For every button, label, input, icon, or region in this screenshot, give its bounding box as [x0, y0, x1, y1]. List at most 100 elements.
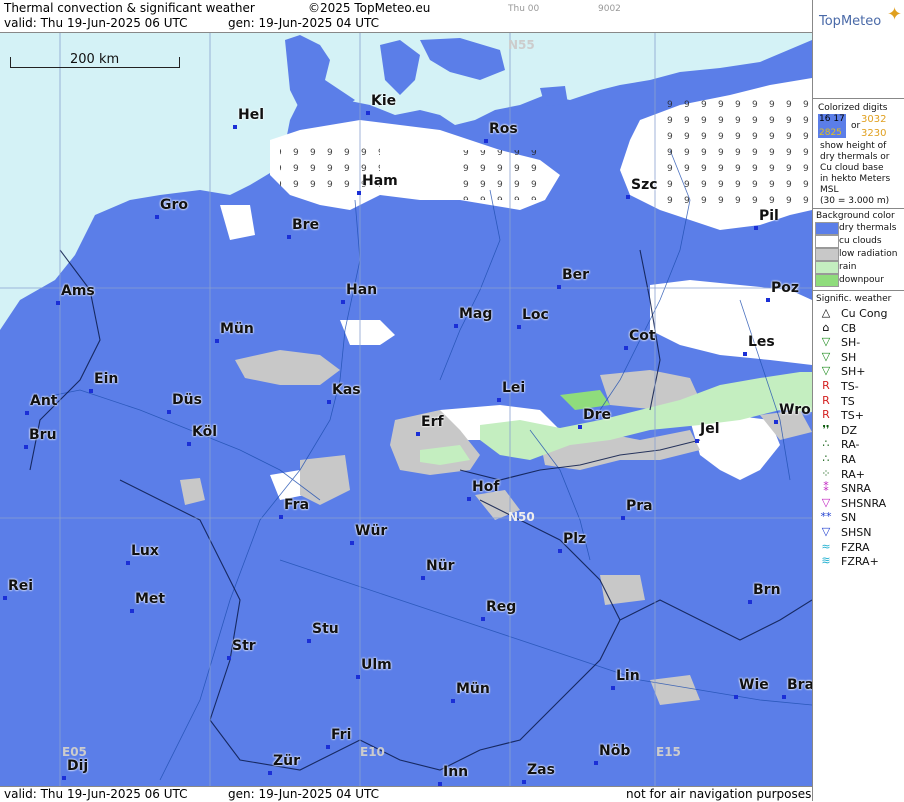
generated-time: gen: 19-Jun-2025 04 UTC: [228, 16, 380, 30]
city-label: Poz: [771, 280, 800, 296]
wx-legend-label: SN: [841, 511, 857, 525]
map-title: Thermal convection & significant weather: [4, 1, 255, 15]
rain-icon: ∴: [822, 452, 830, 465]
city-dot: [167, 410, 171, 414]
city-label: Gro: [160, 197, 189, 213]
city-label: Pil: [759, 208, 779, 224]
city-label: Loc: [522, 307, 549, 323]
city-label: Nöb: [599, 743, 631, 759]
legend-desc-2: dry thermals or: [820, 152, 890, 162]
city-label: Inn: [443, 764, 469, 780]
shower-heavy-icon: ▽: [821, 364, 831, 378]
city-dot: [89, 389, 93, 393]
city-label: Rei: [8, 578, 34, 594]
city-label: Zür: [273, 753, 301, 769]
digit-sample-1: 16 17: [819, 114, 845, 124]
city-label: Wie: [739, 677, 769, 693]
bg-swatch: [815, 222, 839, 235]
city-dot: [366, 111, 370, 115]
digit-sample-2: 3032: [861, 114, 887, 125]
city-label: Pra: [626, 498, 653, 514]
city-label: Lin: [616, 668, 640, 684]
city-dot: [357, 191, 361, 195]
legend-desc-6: (30 = 3.000 m): [820, 196, 890, 206]
city-label: Lux: [131, 543, 159, 559]
scale-bar: 200 km: [10, 52, 180, 69]
city-label: Bre: [292, 217, 320, 233]
topmeteo-logo: TopMeteo ✦: [819, 4, 903, 30]
city-label: Szc: [631, 177, 658, 193]
city-dot: [578, 425, 582, 429]
city-dot: [215, 339, 219, 343]
city-dot: [438, 782, 442, 786]
city-dot: [624, 346, 628, 350]
city-dot: [748, 600, 752, 604]
city-label: Wro: [779, 402, 811, 418]
wx-legend-label: SH: [841, 350, 857, 364]
shower-icon: ▽: [821, 349, 831, 363]
city-label: Ulm: [361, 657, 392, 673]
city-label: Brn: [753, 582, 781, 598]
thunderstorm-light-icon: R: [822, 379, 830, 392]
wx-legend-label: RA: [841, 453, 856, 466]
city-dot: [594, 761, 598, 765]
city-dot: [626, 195, 630, 199]
scale-label: 200 km: [70, 52, 120, 67]
bg-legend-label: cu clouds: [839, 236, 882, 246]
city-dot: [187, 442, 191, 446]
wx-legend-label: Cu Cong: [841, 307, 888, 320]
city-dot: [695, 439, 699, 443]
city-label: Cot: [629, 328, 656, 344]
snow-icon: **: [820, 510, 832, 524]
city-label: Reg: [486, 599, 517, 615]
city-label: Fra: [284, 497, 310, 513]
city-dot: [484, 139, 488, 143]
wx-legend-label: SH+: [841, 365, 866, 379]
city-label: Düs: [172, 392, 202, 408]
map-footer: valid: Thu 19-Jun-2025 06 UTC gen: 19-Ju…: [0, 786, 812, 802]
wx-legend-label: SHSN: [841, 526, 872, 539]
city-dot: [3, 596, 7, 600]
bg-legend-label: dry thermals: [839, 223, 897, 233]
city-dot: [517, 325, 521, 329]
city-dot: [326, 745, 330, 749]
bg-legend-label: rain: [839, 262, 857, 272]
city-dot: [774, 420, 778, 424]
city-label: Mün: [220, 321, 254, 337]
bg-swatch: [815, 235, 839, 248]
city-label: Ams: [61, 283, 95, 299]
city-label: Jel: [700, 421, 720, 437]
header-small-label-1: Thu 00: [508, 4, 540, 14]
freezing-rain-heavy-icon: ≋: [821, 554, 831, 568]
grid-label-n55: N55: [508, 38, 535, 52]
wx-legend-label: SH-: [841, 336, 861, 350]
wx-legend-label: TS-: [841, 380, 859, 393]
city-dot: [130, 609, 134, 613]
signific-weather-title: Signific. weather: [816, 294, 892, 304]
city-label: Han: [346, 282, 378, 298]
city-dot: [754, 226, 758, 230]
city-dot: [782, 695, 786, 699]
city-label: Ein: [94, 371, 119, 387]
legend-desc-4: in hekto Meters: [820, 174, 891, 184]
city-dot: [233, 125, 237, 129]
city-label: Nür: [426, 558, 455, 574]
city-dot: [497, 398, 501, 402]
city-dot: [522, 780, 526, 784]
legend-panel: TopMeteo ✦ Colorized digits 16 17 3032 o…: [812, 0, 904, 801]
wx-legend-label: FZRA: [841, 540, 870, 554]
wx-legend-label: TS: [841, 394, 855, 408]
bg-legend-label: downpour: [839, 275, 884, 285]
city-dot: [268, 771, 272, 775]
city-label: Les: [748, 334, 775, 350]
header-small-label-2: 9002: [598, 4, 621, 14]
sleet-shower-icon: ▽: [821, 495, 831, 509]
grid-label-n50: N50: [508, 510, 535, 524]
city-dot: [743, 352, 747, 356]
cu-cong-icon: △: [821, 306, 831, 319]
rain-light-icon: ∴: [822, 437, 830, 451]
wx-legend-label: SHSNRA: [841, 496, 887, 510]
city-dot: [416, 432, 420, 436]
city-label: Str: [232, 638, 256, 654]
wx-legend-label: CB: [841, 321, 857, 335]
